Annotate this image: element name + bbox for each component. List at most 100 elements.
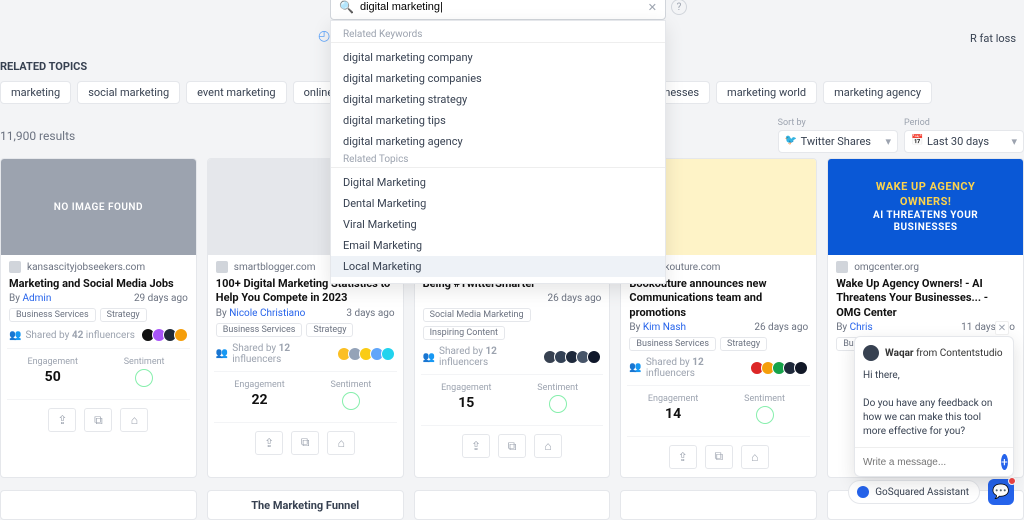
card-author[interactable]: Kim Nash	[643, 322, 686, 333]
card-tag[interactable]: Strategy	[720, 337, 767, 351]
card-age: 29 days ago	[134, 293, 188, 304]
sort-by-label: Sort by	[778, 118, 898, 128]
engagement-value: 22	[218, 392, 301, 408]
sentiment-face-icon	[756, 406, 774, 424]
card-source: omgcenter.org	[854, 262, 919, 273]
pocket-icon[interactable]: ⌂	[741, 445, 769, 469]
sort-by-select[interactable]: 🐦Twitter Shares	[778, 130, 898, 153]
search-input[interactable]	[360, 1, 648, 13]
card-title[interactable]: Marketing and Social Media Jobs	[1, 273, 196, 293]
share-icon[interactable]: ⇪	[255, 431, 283, 455]
card-byline: By Kim Nash	[629, 322, 686, 333]
card-tag[interactable]: Strategy	[100, 308, 147, 322]
assistant-pill[interactable]: GoSquared Assistant	[848, 480, 980, 504]
pocket-icon[interactable]: ⌂	[327, 431, 355, 455]
card-author[interactable]: Chris	[850, 322, 873, 333]
search-box[interactable]: 🔍 ✕ ?	[330, 0, 666, 20]
engagement-value: 50	[11, 369, 94, 385]
share-icon[interactable]: ⇪	[669, 445, 697, 469]
dropdown-item[interactable]: digital marketing companies	[331, 68, 665, 89]
search-suggestions-dropdown: Related Keywords digital marketing compan…	[330, 20, 666, 284]
card-tag[interactable]: Social Media Marketing	[423, 308, 531, 322]
period-select[interactable]: 📅Last 30 days	[904, 130, 1024, 153]
calendar-icon: 📅	[911, 135, 923, 146]
dropdown-item[interactable]: Viral Marketing	[331, 214, 665, 235]
topic-chip[interactable]: event marketing	[186, 81, 286, 104]
chat-send-button[interactable]: +	[1001, 454, 1008, 470]
dropdown-item[interactable]: Dental Marketing	[331, 193, 665, 214]
dropdown-item[interactable]: digital marketing strategy	[331, 89, 665, 110]
shared-row: 👥Shared by 12 influencers	[621, 357, 816, 385]
result-card	[620, 490, 817, 520]
chat-sender: Waqar from Contentstudio	[885, 348, 1003, 359]
assistant-logo-icon	[857, 486, 869, 498]
card-age: 3 days ago	[346, 308, 394, 319]
share-icon[interactable]: ⇪	[462, 434, 490, 458]
engagement-label: Engagement	[631, 394, 714, 404]
people-icon: 👥	[216, 348, 228, 359]
avatar	[381, 347, 395, 361]
chat-panel: ✕ Waqar from Contentstudio Hi there, Do …	[854, 336, 1014, 477]
dropdown-item[interactable]: Email Marketing	[331, 235, 665, 256]
card-tag[interactable]: Strategy	[306, 323, 353, 337]
topic-chip[interactable]: social marketing	[77, 81, 180, 104]
chat-body: Do you have any feedback on how we can m…	[863, 397, 1005, 439]
card-tag[interactable]: Business Services	[9, 308, 96, 322]
card-age: 26 days ago	[548, 293, 602, 304]
card-thumbnail: NO IMAGE FOUND	[1, 159, 196, 255]
pocket-icon[interactable]: ⌂	[534, 434, 562, 458]
sentiment-face-icon	[549, 395, 567, 413]
card-byline: By Nicole Christiano	[216, 308, 306, 319]
avatar	[174, 328, 188, 342]
dropdown-item[interactable]: Digital Marketing	[331, 172, 665, 193]
copy-icon[interactable]: ⧉	[84, 408, 112, 432]
pocket-icon[interactable]: ⌂	[120, 408, 148, 432]
avatar	[794, 361, 808, 375]
shared-row: 👥Shared by 42 influencers	[1, 328, 196, 348]
card-tag[interactable]: Business Services	[629, 337, 716, 351]
chat-greeting: Hi there,	[863, 369, 1005, 383]
copy-icon[interactable]: ⧉	[498, 434, 526, 458]
sentiment-label: Sentiment	[723, 394, 806, 404]
sentiment-label: Sentiment	[309, 380, 392, 390]
topic-chip[interactable]: marketing world	[716, 81, 817, 104]
copy-icon[interactable]: ⧉	[291, 431, 319, 455]
engagement-value: 15	[425, 395, 508, 411]
dropdown-item[interactable]: digital marketing company	[331, 47, 665, 68]
card-byline: By Admin	[9, 293, 51, 304]
card-thumbnail: WAKE UP AGENCYOWNERS!AI THREATENS YOURBU…	[828, 159, 1023, 255]
share-icon[interactable]: ⇪	[48, 408, 76, 432]
chat-fab[interactable]: 💬	[988, 479, 1014, 505]
result-card: The Marketing Funnel	[207, 490, 404, 520]
topic-chip[interactable]: marketing agency	[823, 81, 932, 104]
dropdown-item[interactable]: digital marketing tips	[331, 110, 665, 131]
people-icon: 👥	[9, 330, 21, 341]
dropdown-section-label: Related Keywords	[331, 27, 665, 43]
topic-chip[interactable]: marketing	[0, 81, 71, 104]
engagement-label: Engagement	[425, 383, 508, 393]
dropdown-item[interactable]: Local Marketing	[331, 256, 665, 277]
card-tag[interactable]: Business Services	[216, 323, 303, 337]
shared-row: 👥Shared by 12 influencers	[208, 343, 403, 371]
engagement-label: Engagement	[218, 380, 301, 390]
card-byline: By Chris	[836, 322, 872, 333]
chat-close-icon[interactable]: ✕	[995, 321, 1009, 335]
results-count: 11,900 results	[0, 129, 75, 143]
sentiment-label: Sentiment	[102, 357, 185, 367]
copy-icon[interactable]: ⧉	[705, 445, 733, 469]
card-source: kansascityjobseekers.com	[27, 262, 145, 273]
people-icon: 👥	[423, 352, 435, 363]
sentiment-label: Sentiment	[516, 383, 599, 393]
sentiment-face-icon	[342, 392, 360, 410]
card-source: smartblogger.com	[234, 262, 316, 273]
card-title[interactable]: Wake Up Agency Owners! - AI Threatens Yo…	[828, 273, 1023, 322]
sentiment-face-icon	[135, 369, 153, 387]
card-author[interactable]: Nicole Christiano	[229, 308, 305, 319]
card-author[interactable]: Admin	[22, 293, 51, 304]
card-tag[interactable]: Inspiring Content	[423, 326, 505, 340]
chat-input[interactable]	[863, 457, 995, 468]
card-age: 26 days ago	[754, 322, 808, 333]
clear-icon[interactable]: ✕	[648, 1, 657, 14]
dropdown-item[interactable]: digital marketing agency	[331, 131, 665, 152]
shared-row: 👥Shared by 12 influencers	[415, 346, 610, 374]
